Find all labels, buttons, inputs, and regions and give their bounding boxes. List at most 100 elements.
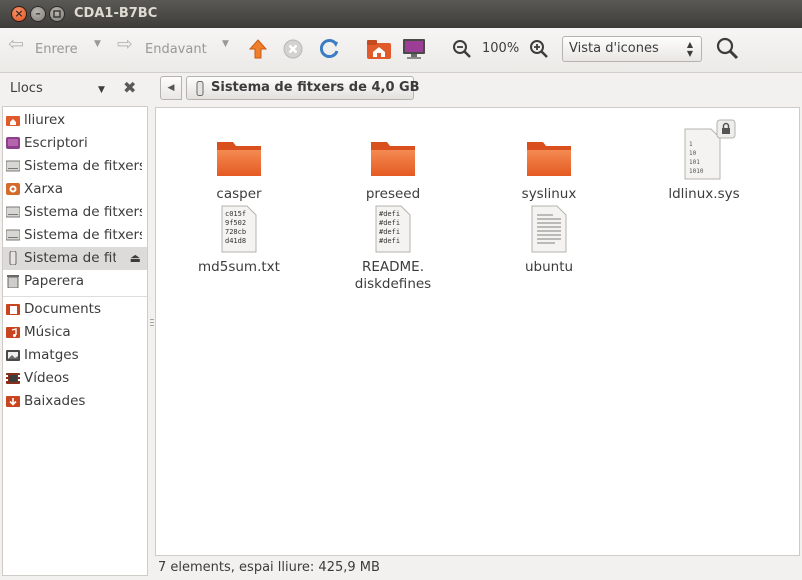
sidebar-item-xarxa[interactable]: Xarxa bbox=[3, 178, 147, 201]
svg-text:#defi: #defi bbox=[379, 228, 400, 236]
music-folder-icon bbox=[6, 327, 20, 338]
file-item-readme-diskdefines[interactable]: #defi #defi #defi #defi README. diskdefi… bbox=[343, 203, 443, 292]
svg-text:10: 10 bbox=[689, 150, 697, 157]
select-arrows-icon: ▲ ▼ bbox=[686, 40, 693, 58]
sidebar-item-label: Xarxa bbox=[24, 181, 63, 197]
file-item-ldlinux-sys[interactable]: 1 10 101 1010 ldlinux.sys bbox=[654, 118, 754, 202]
sidebar-item-label: Música bbox=[24, 324, 71, 340]
reload-icon[interactable] bbox=[319, 38, 341, 60]
pane-resize-handle[interactable] bbox=[150, 318, 154, 328]
file-manager-window: × – CDA1-B7BC ⇦ Enrere ▼ ⇨ Endavant ▼ 10… bbox=[0, 0, 802, 580]
status-text: 7 elements, espai lliure: 425,9 MB bbox=[158, 560, 380, 575]
trash-icon bbox=[7, 275, 19, 288]
usb-drive-icon bbox=[9, 251, 17, 265]
places-sidebar: lliurex Escriptori Sistema de fitxers Xa… bbox=[2, 106, 148, 576]
file-name: ubuntu bbox=[524, 259, 574, 275]
file-item-casper[interactable]: casper bbox=[189, 130, 289, 202]
view-mode-select[interactable]: Vista d'icones ▲ ▼ bbox=[562, 36, 702, 62]
file-name: casper bbox=[216, 186, 262, 202]
minimize-icon: – bbox=[35, 7, 41, 20]
drive-icon bbox=[6, 229, 20, 241]
file-name: md5sum.txt bbox=[198, 259, 280, 275]
lock-icon bbox=[716, 119, 736, 139]
eject-icon[interactable]: ⏏ bbox=[130, 251, 141, 265]
close-window-button[interactable]: × bbox=[12, 7, 26, 21]
view-mode-value: Vista d'icones bbox=[569, 41, 659, 56]
toolbar: ⇦ Enrere ▼ ⇨ Endavant ▼ 100% Vista d'ico… bbox=[0, 28, 802, 73]
forward-arrow-icon: ⇨ bbox=[117, 33, 133, 55]
stop-icon[interactable] bbox=[283, 39, 303, 59]
minimize-window-button[interactable]: – bbox=[31, 7, 45, 21]
up-arrow-icon[interactable] bbox=[248, 38, 268, 60]
sidebar-item-imatges[interactable]: Imatges bbox=[3, 344, 147, 367]
downloads-folder-icon bbox=[6, 396, 20, 407]
title-bar: × – CDA1-B7BC bbox=[0, 0, 802, 29]
sidebar-item-musica[interactable]: Música bbox=[3, 321, 147, 344]
status-bar: 7 elements, espai lliure: 425,9 MB bbox=[155, 558, 800, 580]
folder-icon bbox=[527, 142, 571, 176]
svg-text:#defi: #defi bbox=[379, 237, 400, 245]
sidebar-item-baixades[interactable]: Baixades bbox=[3, 390, 147, 413]
back-history-dropdown[interactable]: ▼ bbox=[94, 39, 101, 49]
file-item-md5sum-txt[interactable]: c015f 9f502 728cb d41d8 md5sum.txt bbox=[189, 203, 289, 275]
file-view: casper preseed syslinux 1 10 101 1010 ld… bbox=[155, 107, 800, 556]
sidebar-item-lliurex[interactable]: lliurex bbox=[3, 109, 147, 132]
sidebar-title: Llocs bbox=[10, 81, 43, 96]
computer-icon[interactable] bbox=[402, 37, 426, 61]
sidebar-item-label: Sistema de fitxers bbox=[24, 204, 142, 220]
usb-drive-icon bbox=[196, 81, 204, 96]
sidebar-item-label: Baixades bbox=[24, 393, 86, 409]
file-name: README. diskdefines bbox=[354, 259, 432, 292]
file-item-preseed[interactable]: preseed bbox=[343, 130, 443, 202]
path-segment-label: Sistema de fitxers de 4,0 GB bbox=[211, 80, 420, 95]
text-file-icon: c015f 9f502 728cb d41d8 bbox=[221, 205, 257, 253]
sidebar-item-filesystem-3[interactable]: Sistema de fitxers bbox=[3, 224, 147, 247]
forward-label: Endavant bbox=[145, 42, 207, 57]
svg-text:101: 101 bbox=[689, 159, 700, 166]
search-icon[interactable] bbox=[716, 37, 740, 61]
drive-icon bbox=[6, 160, 20, 172]
maximize-icon bbox=[53, 10, 61, 18]
svg-text:1: 1 bbox=[689, 141, 693, 148]
sidebar-item-label: Documents bbox=[24, 301, 101, 317]
text-file-icon: #defi #defi #defi #defi bbox=[375, 205, 411, 253]
sidebar-item-label: lliurex bbox=[24, 112, 66, 128]
svg-text:#defi: #defi bbox=[379, 219, 400, 227]
maximize-window-button[interactable] bbox=[50, 7, 64, 21]
zoom-in-icon[interactable] bbox=[529, 39, 549, 59]
file-name: preseed bbox=[365, 186, 421, 202]
sidebar-mode-dropdown[interactable]: ▼ bbox=[98, 85, 105, 95]
file-item-syslinux[interactable]: syslinux bbox=[499, 130, 599, 202]
path-segment-filesystem[interactable]: Sistema de fitxers de 4,0 GB bbox=[186, 76, 420, 100]
network-icon bbox=[6, 183, 20, 195]
back-arrow-icon: ⇦ bbox=[8, 33, 24, 55]
sidebar-item-label: Vídeos bbox=[24, 370, 70, 386]
sidebar-item-documents[interactable]: Documents bbox=[3, 298, 147, 321]
home-folder-icon[interactable] bbox=[366, 37, 392, 61]
close-sidebar-button[interactable]: ✖ bbox=[123, 78, 136, 97]
sidebar-item-paperera[interactable]: Paperera bbox=[3, 270, 147, 293]
sidebar-item-filesystem-2[interactable]: Sistema de fitxers bbox=[3, 201, 147, 224]
sidebar-item-escriptori[interactable]: Escriptori bbox=[3, 132, 147, 155]
sidebar-item-filesystem-1[interactable]: Sistema de fitxers bbox=[3, 155, 147, 178]
file-item-ubuntu[interactable]: ubuntu bbox=[499, 203, 599, 275]
sidebar-item-videos[interactable]: Vídeos bbox=[3, 367, 147, 390]
zoom-level[interactable]: 100% bbox=[482, 41, 519, 56]
sidebar-item-label: Escriptori bbox=[24, 135, 88, 151]
sidebar-item-label: Sistema de fitxers bbox=[24, 227, 142, 243]
file-name: ldlinux.sys bbox=[668, 186, 740, 202]
folder-icon bbox=[217, 142, 261, 176]
window-title: CDA1-B7BC bbox=[74, 6, 158, 21]
sidebar-divider bbox=[3, 296, 147, 297]
close-icon: × bbox=[14, 7, 24, 20]
svg-text:c015f: c015f bbox=[225, 210, 246, 218]
file-name: syslinux bbox=[521, 186, 577, 202]
sidebar-item-label: Imatges bbox=[24, 347, 79, 363]
sidebar-item-label: Sistema de fitxers bbox=[24, 250, 116, 266]
zoom-out-icon[interactable] bbox=[452, 39, 472, 59]
svg-text:d41d8: d41d8 bbox=[225, 237, 246, 245]
forward-history-dropdown[interactable]: ▼ bbox=[222, 39, 229, 49]
drive-icon bbox=[6, 206, 20, 218]
path-scroll-left-button[interactable]: ◀ bbox=[160, 76, 182, 100]
sidebar-item-usb-filesystem[interactable]: Sistema de fitxers ⏏ bbox=[3, 247, 147, 270]
